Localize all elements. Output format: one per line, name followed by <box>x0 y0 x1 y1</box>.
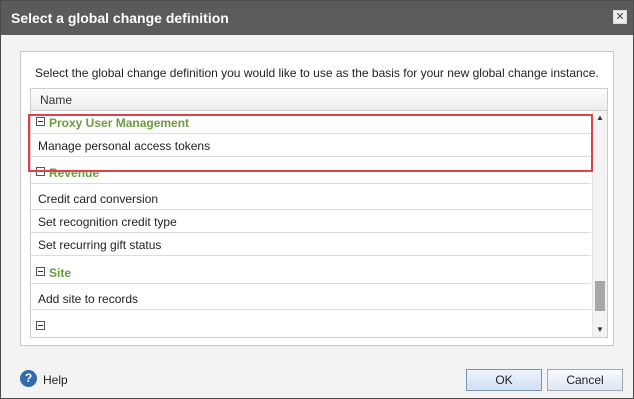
collapse-icon[interactable] <box>36 117 45 126</box>
dialog-title: Select a global change definition <box>11 10 229 26</box>
group-row-proxy-user-management[interactable]: Proxy User Management <box>31 111 591 134</box>
table-row[interactable]: Manage personal access tokens <box>31 134 591 157</box>
scroll-down-icon[interactable]: ▼ <box>596 326 604 334</box>
group-row-revenue[interactable]: Revenue <box>31 161 591 184</box>
vertical-scrollbar[interactable]: ▲ ▼ <box>592 111 607 337</box>
column-header-name[interactable]: Name <box>40 93 72 107</box>
content-panel: Select the global change definition you … <box>20 51 614 346</box>
group-row-partial[interactable] <box>31 315 591 337</box>
row-label: Add site to records <box>38 292 139 306</box>
table-row[interactable]: Add site to records <box>31 287 591 310</box>
scroll-thumb[interactable] <box>595 281 605 311</box>
help-link[interactable]: Help <box>43 373 68 387</box>
row-label: Set recurring gift status <box>38 238 162 252</box>
close-icon[interactable]: ✕ <box>613 10 627 24</box>
group-label: Revenue <box>49 166 100 180</box>
row-label: Set recognition credit type <box>38 215 177 229</box>
collapse-icon[interactable] <box>36 267 45 276</box>
row-label: Credit card conversion <box>38 192 159 206</box>
titlebar: Select a global change definition ✕ <box>1 1 633 35</box>
group-label: Site <box>49 266 72 280</box>
collapse-icon[interactable] <box>36 321 45 330</box>
ok-button[interactable]: OK <box>466 369 542 391</box>
help-icon[interactable]: ? <box>20 370 37 387</box>
table-row[interactable]: Credit card conversion <box>31 187 591 210</box>
grid-header[interactable]: Name <box>31 89 607 111</box>
group-label: Proxy User Management <box>49 116 190 130</box>
collapse-icon[interactable] <box>36 167 45 176</box>
global-change-dialog: Select a global change definition ✕ Sele… <box>0 0 634 399</box>
group-row-site[interactable]: Site <box>31 261 591 284</box>
instruction-text: Select the global change definition you … <box>35 66 599 80</box>
definitions-grid: Name Proxy User Management Manage person… <box>30 88 608 338</box>
scroll-up-icon[interactable]: ▲ <box>596 114 604 122</box>
grid-rows: Proxy User Management Manage personal ac… <box>31 111 591 337</box>
row-label: Manage personal access tokens <box>38 139 211 153</box>
table-row[interactable]: Set recurring gift status <box>31 233 591 256</box>
table-row[interactable]: Set recognition credit type <box>31 210 591 233</box>
cancel-button[interactable]: Cancel <box>547 369 623 391</box>
